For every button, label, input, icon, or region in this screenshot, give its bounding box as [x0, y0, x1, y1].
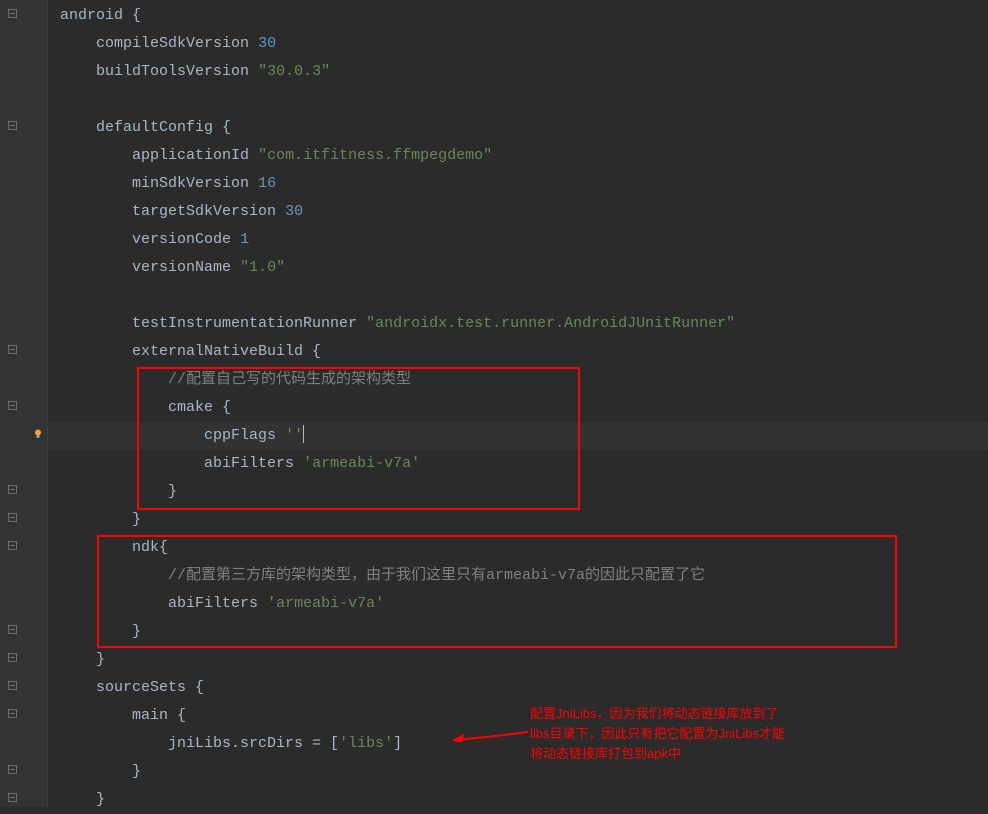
- code-line[interactable]: }: [48, 646, 988, 674]
- fold-toggle-icon[interactable]: [8, 485, 17, 494]
- code-line[interactable]: main {: [48, 702, 988, 730]
- code-line[interactable]: //配置自己写的代码生成的架构类型: [48, 366, 988, 394]
- code-line[interactable]: //配置第三方库的架构类型，由于我们这里只有armeabi-v7a的因此只配置了…: [48, 562, 988, 590]
- code-line[interactable]: testInstrumentationRunner "androidx.test…: [48, 310, 988, 338]
- code-line[interactable]: jniLibs.srcDirs = ['libs']: [48, 730, 988, 758]
- code-line[interactable]: targetSdkVersion 30: [48, 198, 988, 226]
- fold-toggle-icon[interactable]: [8, 513, 17, 522]
- fold-toggle-icon[interactable]: [8, 681, 17, 690]
- intention-bulb-icon[interactable]: [32, 428, 44, 440]
- code-line[interactable]: defaultConfig {: [48, 114, 988, 142]
- code-editor[interactable]: android { compileSdkVersion 30 buildTool…: [48, 0, 988, 807]
- code-line[interactable]: }: [48, 478, 988, 506]
- code-line[interactable]: }: [48, 786, 988, 814]
- code-line[interactable]: abiFilters 'armeabi-v7a': [48, 590, 988, 618]
- code-line[interactable]: versionName "1.0": [48, 254, 988, 282]
- code-line[interactable]: minSdkVersion 16: [48, 170, 988, 198]
- code-line[interactable]: compileSdkVersion 30: [48, 30, 988, 58]
- code-line[interactable]: versionCode 1: [48, 226, 988, 254]
- fold-toggle-icon[interactable]: [8, 121, 17, 130]
- fold-toggle-icon[interactable]: [8, 709, 17, 718]
- fold-toggle-icon[interactable]: [8, 345, 17, 354]
- code-line[interactable]: [48, 282, 988, 310]
- code-line[interactable]: ndk{: [48, 534, 988, 562]
- code-line[interactable]: applicationId "com.itfitness.ffmpegdemo": [48, 142, 988, 170]
- code-line[interactable]: abiFilters 'armeabi-v7a': [48, 450, 988, 478]
- fold-toggle-icon[interactable]: [8, 653, 17, 662]
- code-line[interactable]: }: [48, 618, 988, 646]
- code-line[interactable]: cmake {: [48, 394, 988, 422]
- code-line[interactable]: sourceSets {: [48, 674, 988, 702]
- code-line[interactable]: cppFlags '': [48, 422, 988, 450]
- code-line[interactable]: externalNativeBuild {: [48, 338, 988, 366]
- fold-toggle-icon[interactable]: [8, 765, 17, 774]
- fold-toggle-icon[interactable]: [8, 541, 17, 550]
- code-line[interactable]: [48, 86, 988, 114]
- annotation-text: 配置JniLibs，因为我们将动态链接库放到了 libs目录下，因此只有把它配置…: [530, 704, 785, 764]
- code-line[interactable]: buildToolsVersion "30.0.3": [48, 58, 988, 86]
- fold-toggle-icon[interactable]: [8, 9, 17, 18]
- fold-toggle-icon[interactable]: [8, 401, 17, 410]
- code-line[interactable]: }: [48, 506, 988, 534]
- code-line[interactable]: }: [48, 758, 988, 786]
- code-line[interactable]: android {: [48, 2, 988, 30]
- fold-toggle-icon[interactable]: [8, 625, 17, 634]
- fold-toggle-icon[interactable]: [8, 793, 17, 802]
- editor-gutter: [0, 0, 48, 807]
- text-cursor: [303, 425, 304, 443]
